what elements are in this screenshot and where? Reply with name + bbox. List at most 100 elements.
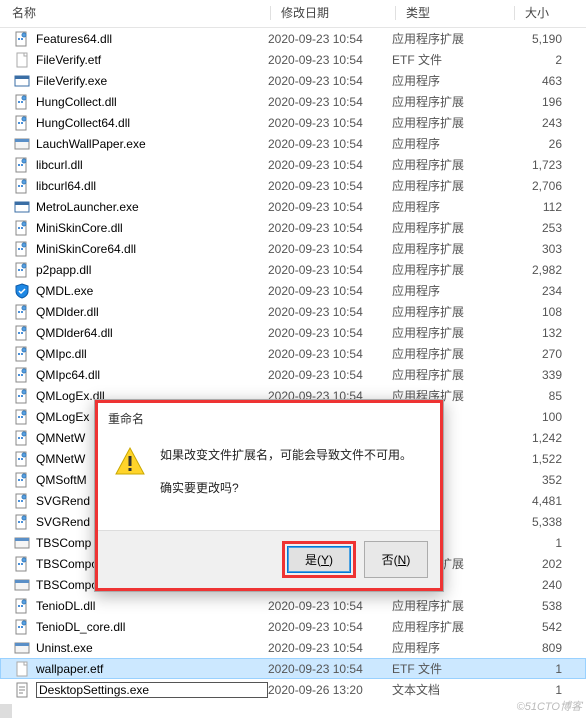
column-header-size[interactable]: 大小 bbox=[515, 4, 575, 21]
file-row[interactable]: MetroLauncher.exe2020-09-23 10:54应用程序112 bbox=[0, 196, 586, 217]
file-size: 303 bbox=[510, 242, 562, 256]
file-size: 243 bbox=[510, 116, 562, 130]
file-row[interactable]: wallpaper.etf2020-09-23 10:54ETF 文件1 bbox=[0, 658, 586, 679]
file-size: 352 bbox=[510, 473, 562, 487]
file-type: 应用程序扩展 bbox=[392, 93, 510, 110]
file-type: 应用程序扩展 bbox=[392, 240, 510, 257]
file-name: HungCollect64.dll bbox=[36, 116, 268, 130]
file-row[interactable]: LauchWallPaper.exe2020-09-23 10:54应用程序26 bbox=[0, 133, 586, 154]
column-header-name[interactable]: 名称 bbox=[2, 4, 270, 21]
dll-icon bbox=[14, 619, 30, 635]
file-row[interactable]: DesktopSettings.exe2020-09-26 13:20文本文档1 bbox=[0, 679, 586, 700]
file-size: 5,338 bbox=[510, 515, 562, 529]
file-type: 应用程序扩展 bbox=[392, 303, 510, 320]
file-name: MiniSkinCore.dll bbox=[36, 221, 268, 235]
file-date: 2020-09-23 10:54 bbox=[268, 200, 392, 214]
file-row[interactable]: p2papp.dll2020-09-23 10:54应用程序扩展2,982 bbox=[0, 259, 586, 280]
file-size: 132 bbox=[510, 326, 562, 340]
dll-icon bbox=[14, 556, 30, 572]
file-name: FileVerify.etf bbox=[36, 53, 268, 67]
exe-generic-icon bbox=[14, 535, 30, 551]
blue-exe-icon bbox=[14, 283, 30, 299]
file-row[interactable]: FileVerify.etf2020-09-23 10:54ETF 文件2 bbox=[0, 49, 586, 70]
file-size: 2 bbox=[510, 53, 562, 67]
exe-icon bbox=[14, 73, 30, 89]
horizontal-scrollbar[interactable] bbox=[0, 704, 12, 718]
file-name: Uninst.exe bbox=[36, 641, 268, 655]
column-header-type[interactable]: 类型 bbox=[396, 4, 514, 21]
file-row[interactable]: TenioDL_core.dll2020-09-23 10:54应用程序扩展54… bbox=[0, 616, 586, 637]
no-button[interactable]: 否(N) bbox=[364, 541, 428, 578]
yes-button[interactable]: 是(Y) bbox=[287, 546, 351, 573]
file-type: 应用程序扩展 bbox=[392, 345, 510, 362]
file-name: Features64.dll bbox=[36, 32, 268, 46]
file-size: 1,723 bbox=[510, 158, 562, 172]
file-row[interactable]: TenioDL.dll2020-09-23 10:54应用程序扩展538 bbox=[0, 595, 586, 616]
file-size: 339 bbox=[510, 368, 562, 382]
file-size: 85 bbox=[510, 389, 562, 403]
file-size: 240 bbox=[510, 578, 562, 592]
file-list: Features64.dll2020-09-23 10:54应用程序扩展5,19… bbox=[0, 28, 586, 700]
file-row[interactable]: Uninst.exe2020-09-23 10:54应用程序809 bbox=[0, 637, 586, 658]
file-row[interactable]: QMDlder.dll2020-09-23 10:54应用程序扩展108 bbox=[0, 301, 586, 322]
warning-icon bbox=[114, 446, 146, 478]
file-date: 2020-09-23 10:54 bbox=[268, 242, 392, 256]
column-header-row: 名称 修改日期 类型 大小 bbox=[0, 0, 586, 28]
file-date: 2020-09-23 10:54 bbox=[268, 662, 392, 676]
file-date: 2020-09-23 10:54 bbox=[268, 221, 392, 235]
file-date: 2020-09-23 10:54 bbox=[268, 179, 392, 193]
file-date: 2020-09-23 10:54 bbox=[268, 137, 392, 151]
file-size: 1 bbox=[510, 536, 562, 550]
file-size: 196 bbox=[510, 95, 562, 109]
file-date: 2020-09-23 10:54 bbox=[268, 158, 392, 172]
watermark: ©51CTO博客 bbox=[517, 698, 582, 714]
file-name: FileVerify.exe bbox=[36, 74, 268, 88]
file-size: 1 bbox=[510, 683, 562, 697]
file-type: 应用程序扩展 bbox=[392, 366, 510, 383]
file-size: 26 bbox=[510, 137, 562, 151]
file-row[interactable]: QMDL.exe2020-09-23 10:54应用程序234 bbox=[0, 280, 586, 301]
dll-icon bbox=[14, 178, 30, 194]
dll-icon bbox=[14, 346, 30, 362]
file-type: 应用程序 bbox=[392, 135, 510, 152]
file-name: QMDL.exe bbox=[36, 284, 268, 298]
file-date: 2020-09-26 13:20 bbox=[268, 683, 392, 697]
file-date: 2020-09-23 10:54 bbox=[268, 599, 392, 613]
file-row[interactable]: HungCollect.dll2020-09-23 10:54应用程序扩展196 bbox=[0, 91, 586, 112]
file-row[interactable]: QMIpc64.dll2020-09-23 10:54应用程序扩展339 bbox=[0, 364, 586, 385]
exe-generic-icon bbox=[14, 577, 30, 593]
dll-icon bbox=[14, 220, 30, 236]
exe-icon bbox=[14, 199, 30, 215]
file-row[interactable]: Features64.dll2020-09-23 10:54应用程序扩展5,19… bbox=[0, 28, 586, 49]
file-size: 112 bbox=[510, 200, 562, 214]
file-type: ETF 文件 bbox=[392, 51, 510, 68]
file-type: 应用程序扩展 bbox=[392, 156, 510, 173]
file-date: 2020-09-23 10:54 bbox=[268, 95, 392, 109]
dll-icon bbox=[14, 304, 30, 320]
file-row[interactable]: MiniSkinCore64.dll2020-09-23 10:54应用程序扩展… bbox=[0, 238, 586, 259]
file-date: 2020-09-23 10:54 bbox=[268, 74, 392, 88]
file-row[interactable]: FileVerify.exe2020-09-23 10:54应用程序463 bbox=[0, 70, 586, 91]
column-header-date[interactable]: 修改日期 bbox=[271, 4, 395, 21]
file-date: 2020-09-23 10:54 bbox=[268, 32, 392, 46]
dll-icon bbox=[14, 31, 30, 47]
file-size: 202 bbox=[510, 557, 562, 571]
file-type: 应用程序 bbox=[392, 639, 510, 656]
file-row[interactable]: MiniSkinCore.dll2020-09-23 10:54应用程序扩展25… bbox=[0, 217, 586, 238]
file-size: 463 bbox=[510, 74, 562, 88]
file-date: 2020-09-23 10:54 bbox=[268, 326, 392, 340]
file-date: 2020-09-23 10:54 bbox=[268, 116, 392, 130]
file-type: 应用程序 bbox=[392, 282, 510, 299]
exe-generic-icon bbox=[14, 640, 30, 656]
file-row[interactable]: libcurl.dll2020-09-23 10:54应用程序扩展1,723 bbox=[0, 154, 586, 175]
file-row[interactable]: HungCollect64.dll2020-09-23 10:54应用程序扩展2… bbox=[0, 112, 586, 133]
file-type: ETF 文件 bbox=[392, 660, 510, 677]
file-name: TenioDL_core.dll bbox=[36, 620, 268, 634]
exe-generic-icon bbox=[14, 136, 30, 152]
file-row[interactable]: QMIpc.dll2020-09-23 10:54应用程序扩展270 bbox=[0, 343, 586, 364]
file-name: libcurl.dll bbox=[36, 158, 268, 172]
file-row[interactable]: libcurl64.dll2020-09-23 10:54应用程序扩展2,706 bbox=[0, 175, 586, 196]
file-row[interactable]: QMDlder64.dll2020-09-23 10:54应用程序扩展132 bbox=[0, 322, 586, 343]
file-name: HungCollect.dll bbox=[36, 95, 268, 109]
file-name: QMIpc64.dll bbox=[36, 368, 268, 382]
